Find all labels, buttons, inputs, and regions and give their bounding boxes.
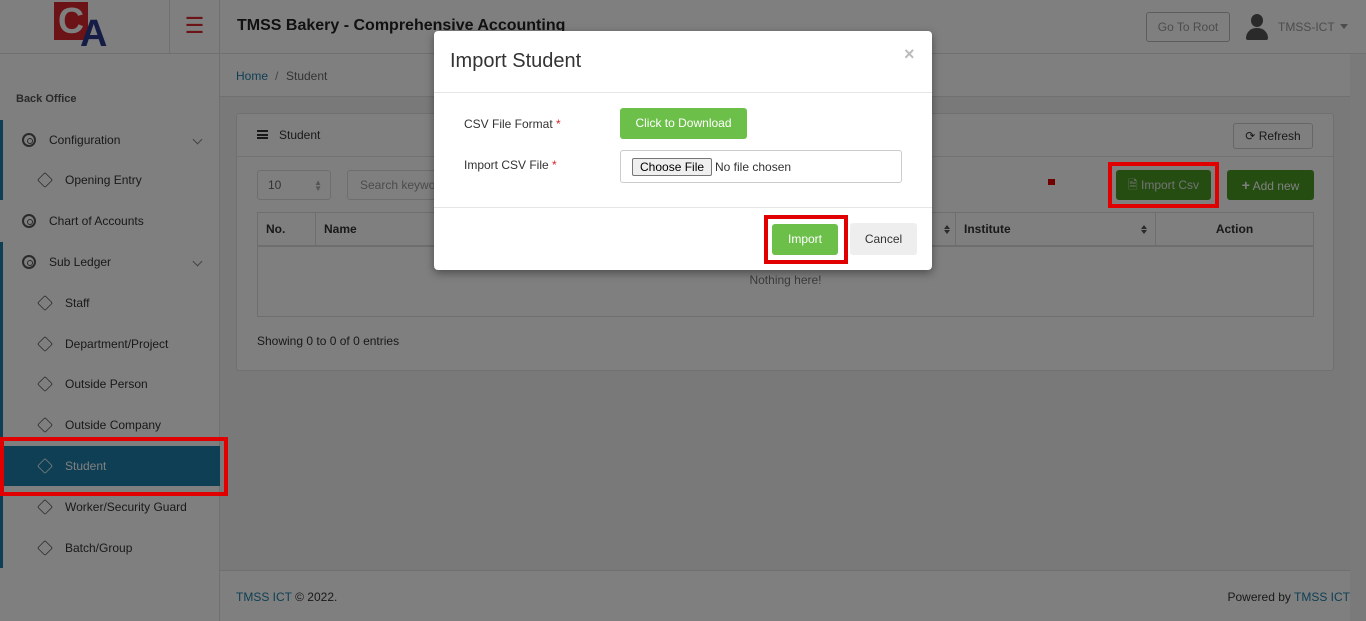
no-file-text: No file chosen (715, 160, 792, 174)
close-icon[interactable]: × (904, 44, 915, 65)
csv-format-label-text: CSV File Format (464, 117, 553, 131)
modal-footer-divider (434, 207, 932, 208)
required-mark: * (556, 117, 561, 131)
modal-header: Import Student × (434, 31, 932, 93)
required-mark: * (552, 158, 557, 172)
highlight-import-csv (1108, 162, 1219, 208)
import-file-label: Import CSV File * (464, 158, 557, 172)
import-file-label-text: Import CSV File (464, 158, 549, 172)
highlight-student-sidebar (0, 437, 228, 496)
csv-file-input[interactable]: Choose File No file chosen (620, 150, 902, 183)
import-student-modal: Import Student × CSV File Format * Click… (434, 31, 932, 270)
download-template-button[interactable]: Click to Download (620, 108, 747, 139)
choose-file-button[interactable]: Choose File (632, 158, 713, 176)
highlight-import-button (764, 215, 848, 264)
csv-format-label: CSV File Format * (464, 117, 561, 131)
modal-title: Import Student (450, 50, 582, 72)
cancel-button[interactable]: Cancel (850, 223, 917, 255)
